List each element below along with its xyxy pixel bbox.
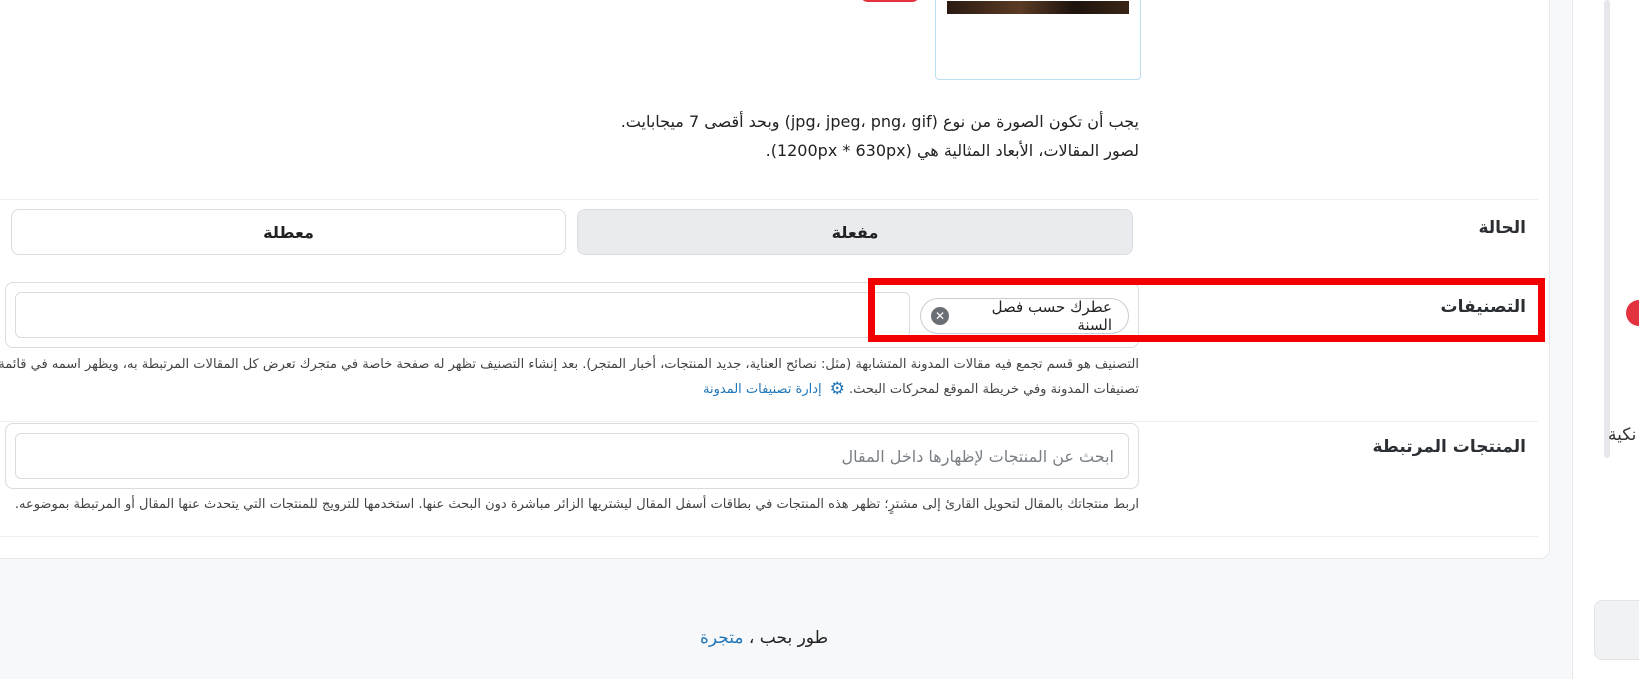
image-thumbnail: [947, 1, 1129, 14]
related-products-help: اربط منتجاتك بالمقال لتحويل القارئ إلى م…: [14, 497, 1139, 512]
image-dimensions-note: لصور المقالات، الأبعاد المثالية هي (1200…: [765, 141, 1139, 160]
categories-label: التصنيفات: [1440, 297, 1526, 317]
status-label: الحالة: [1478, 218, 1526, 238]
section-divider: [0, 421, 1538, 422]
footer-credit: طور بحب ، متجرة: [700, 628, 828, 648]
section-divider: [0, 536, 1538, 537]
manage-categories-label: إدارة تصنيفات المدونة: [703, 381, 822, 397]
related-products-label: المنتجات المرتبطة: [1372, 437, 1527, 457]
section-divider: [0, 199, 1538, 200]
footer-prefix: طور بحب ،: [748, 628, 829, 648]
categories-help-line-1: التصنيف هو قسم تجمع فيه مقالات المدونة ا…: [0, 357, 1139, 372]
category-tag-label: عطرك حسب فصل السنة: [991, 298, 1112, 334]
gear-icon: ⚙: [829, 379, 845, 399]
category-tag: عطرك حسب فصل السنة ✕: [920, 298, 1129, 334]
footer-brand-link[interactable]: متجرة: [700, 628, 744, 648]
image-remove-badge[interactable]: [860, 0, 920, 2]
status-active-button[interactable]: مفعلة: [577, 209, 1133, 255]
side-panel-text: نكية: [1608, 425, 1637, 445]
status-inactive-button[interactable]: معطلة: [11, 209, 566, 255]
categories-search-input[interactable]: [15, 292, 910, 338]
side-panel-button[interactable]: [1594, 600, 1639, 660]
image-upload-frame[interactable]: [935, 0, 1141, 80]
close-circle-icon[interactable]: ✕: [931, 307, 949, 325]
manage-categories-link[interactable]: ⚙ إدارة تصنيفات المدونة: [703, 379, 845, 399]
categories-help-line-2: تصنيفات المدونة وفي خريطة الموقع لمحركات…: [848, 382, 1139, 397]
products-search-input[interactable]: [15, 433, 1129, 479]
scrollbar[interactable]: [1604, 0, 1610, 458]
image-format-note: يجب أن تكون الصورة من نوع (jpg، jpeg، pn…: [620, 112, 1139, 131]
